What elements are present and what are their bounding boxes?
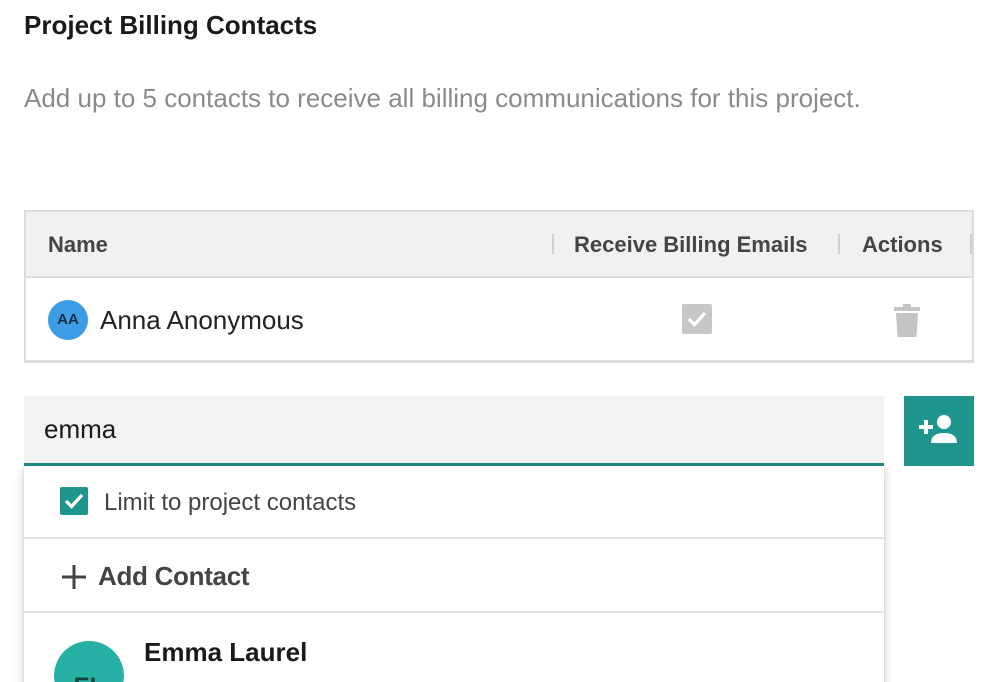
column-header-actions: Actions <box>862 232 943 257</box>
column-header-receive-emails[interactable]: Receive Billing Emails <box>574 212 808 278</box>
checkmark-icon <box>64 493 84 509</box>
add-contact-label[interactable]: Add Contact <box>98 539 250 613</box>
contacts-table: Name Receive Billing Emails Actions AA A… <box>24 210 974 363</box>
search-value[interactable]: emma <box>44 396 116 463</box>
trash-icon[interactable] <box>894 304 920 338</box>
limit-to-project-option[interactable]: Limit to project contacts <box>24 466 884 539</box>
receive-emails-checkbox <box>682 304 712 334</box>
contact-search-input[interactable]: emma <box>24 396 884 466</box>
contact-name: Anna Anonymous <box>100 305 304 335</box>
add-contact-option[interactable]: Add Contact <box>24 539 884 613</box>
add-person-icon <box>919 415 957 443</box>
add-person-button[interactable] <box>904 396 974 466</box>
limit-label[interactable]: Limit to project contacts <box>104 466 356 539</box>
limit-checkbox[interactable] <box>60 487 88 515</box>
avatar: EL <box>54 641 124 682</box>
column-resize-handle[interactable] <box>552 234 554 254</box>
table-row: AA Anna Anonymous <box>26 278 972 362</box>
checkmark-icon <box>687 311 707 327</box>
plus-icon <box>62 565 86 589</box>
column-resize-handle[interactable] <box>838 234 840 254</box>
search-result-item[interactable]: EL Emma Laurel <box>24 613 884 682</box>
result-name[interactable]: Emma Laurel <box>144 637 307 668</box>
billing-contacts-page: Project Billing Contacts Add up to 5 con… <box>0 0 1008 682</box>
page-description: Add up to 5 contacts to receive all bill… <box>24 83 861 113</box>
column-header-name[interactable]: Name <box>48 212 108 278</box>
table-header: Name Receive Billing Emails Actions <box>26 212 972 278</box>
column-resize-handle[interactable] <box>970 234 972 254</box>
avatar: AA <box>48 300 88 340</box>
page-title: Project Billing Contacts <box>24 10 318 40</box>
search-results-dropdown: Limit to project contacts Add Contact EL… <box>24 466 884 682</box>
